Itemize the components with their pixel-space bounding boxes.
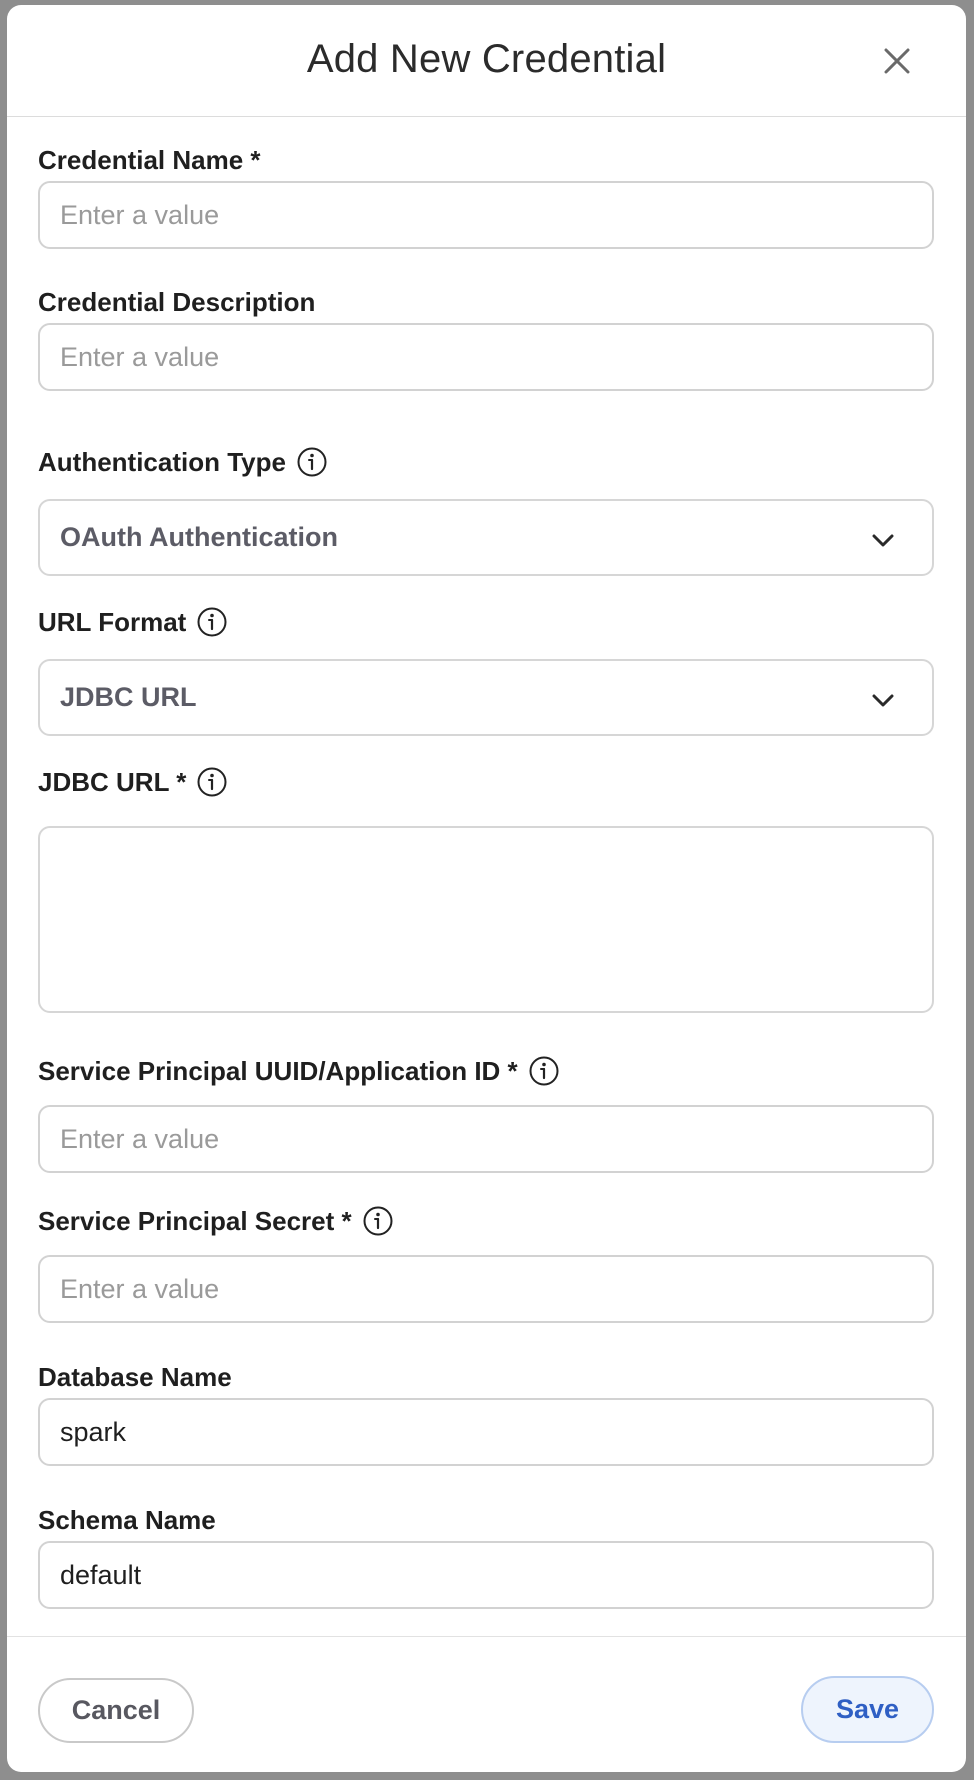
chevron-down-icon: [872, 534, 894, 547]
info-icon[interactable]: [196, 606, 228, 638]
add-credential-modal: Add New Credential Credential Name * Cre…: [7, 5, 966, 1772]
url-format-value: JDBC URL: [60, 682, 197, 712]
authentication-type-label-text: Authentication Type: [38, 446, 286, 477]
authentication-type-value: OAuth Authentication: [60, 522, 338, 552]
authentication-type-label: Authentication Type: [38, 446, 328, 478]
close-icon: [884, 48, 910, 74]
service-principal-secret-input[interactable]: [38, 1255, 934, 1323]
url-format-select[interactable]: JDBC URL: [38, 659, 934, 736]
schema-name-label: Schema Name: [38, 1505, 216, 1536]
info-icon[interactable]: [528, 1055, 560, 1087]
database-name-label-text: Database Name: [38, 1362, 232, 1392]
cancel-button[interactable]: Cancel: [38, 1678, 194, 1743]
credential-description-input[interactable]: [38, 323, 934, 391]
save-button[interactable]: Save: [801, 1676, 934, 1743]
modal-body: Credential Name * Credential Description…: [7, 118, 966, 1641]
schema-name-input[interactable]: [38, 1541, 934, 1609]
close-button[interactable]: [877, 41, 917, 81]
database-name-input[interactable]: [38, 1398, 934, 1466]
modal-title: Add New Credential: [306, 37, 667, 81]
url-format-label: URL Format: [38, 606, 228, 638]
jdbc-url-label: JDBC URL *: [38, 766, 228, 798]
service-principal-secret-label: Service Principal Secret *: [38, 1205, 394, 1237]
modal-header: Add New Credential: [7, 5, 966, 117]
authentication-type-select[interactable]: OAuth Authentication: [38, 499, 934, 576]
service-principal-id-label-text: Service Principal UUID/Application ID *: [38, 1055, 518, 1086]
chevron-down-icon: [872, 694, 894, 707]
schema-name-label-text: Schema Name: [38, 1505, 216, 1535]
credential-name-label: Credential Name *: [38, 145, 261, 176]
jdbc-url-label-text: JDBC URL *: [38, 766, 187, 797]
service-principal-id-input[interactable]: [38, 1105, 934, 1173]
info-icon[interactable]: [196, 766, 228, 798]
jdbc-url-textarea[interactable]: [38, 826, 934, 1013]
credential-name-label-text: Credential Name *: [38, 145, 261, 175]
credential-description-label-text: Credential Description: [38, 287, 316, 317]
service-principal-id-label: Service Principal UUID/Application ID *: [38, 1055, 560, 1087]
info-icon[interactable]: [296, 446, 328, 478]
credential-description-label: Credential Description: [38, 287, 315, 318]
modal-footer: Cancel Save: [7, 1636, 966, 1772]
service-principal-secret-label-text: Service Principal Secret *: [38, 1205, 352, 1236]
database-name-label: Database Name: [38, 1362, 232, 1393]
url-format-label-text: URL Format: [38, 606, 187, 637]
credential-name-input[interactable]: [38, 181, 934, 249]
info-icon[interactable]: [362, 1205, 394, 1237]
